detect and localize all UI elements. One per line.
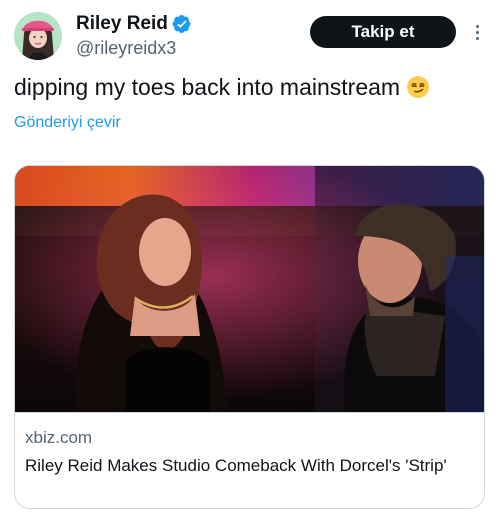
smirking-face-emoji-icon [406, 75, 430, 99]
follow-button[interactable]: Takip et [310, 16, 456, 48]
avatar[interactable] [14, 12, 62, 60]
more-dot [475, 30, 479, 34]
article-photo[interactable] [15, 166, 484, 412]
link-card[interactable]: xbiz.com Riley Reid Makes Studio Comebac… [14, 165, 485, 509]
link-card-meta: xbiz.com Riley Reid Makes Studio Comebac… [15, 412, 484, 508]
verified-badge-icon [172, 14, 192, 34]
display-name[interactable]: Riley Reid [76, 13, 168, 35]
tweet: Riley Reid @rileyreidx3 Takip et dipping… [0, 0, 500, 515]
link-card-domain: xbiz.com [25, 428, 93, 447]
tweet-text-content: dipping my toes back into mainstream [14, 74, 401, 100]
more-dot [475, 36, 479, 40]
avatar-illustration [14, 12, 62, 60]
author-name-row: Riley Reid [76, 13, 192, 35]
more-dot [475, 24, 479, 28]
translate-post-link[interactable]: Gönderiyi çevir [14, 114, 121, 132]
author-handle[interactable]: @rileyreidx3 [76, 37, 176, 59]
tweet-text: dipping my toes back into mainstream [14, 72, 430, 102]
more-options-icon[interactable] [468, 20, 486, 44]
link-card-title[interactable]: Riley Reid Makes Studio Comeback With Do… [25, 454, 475, 477]
